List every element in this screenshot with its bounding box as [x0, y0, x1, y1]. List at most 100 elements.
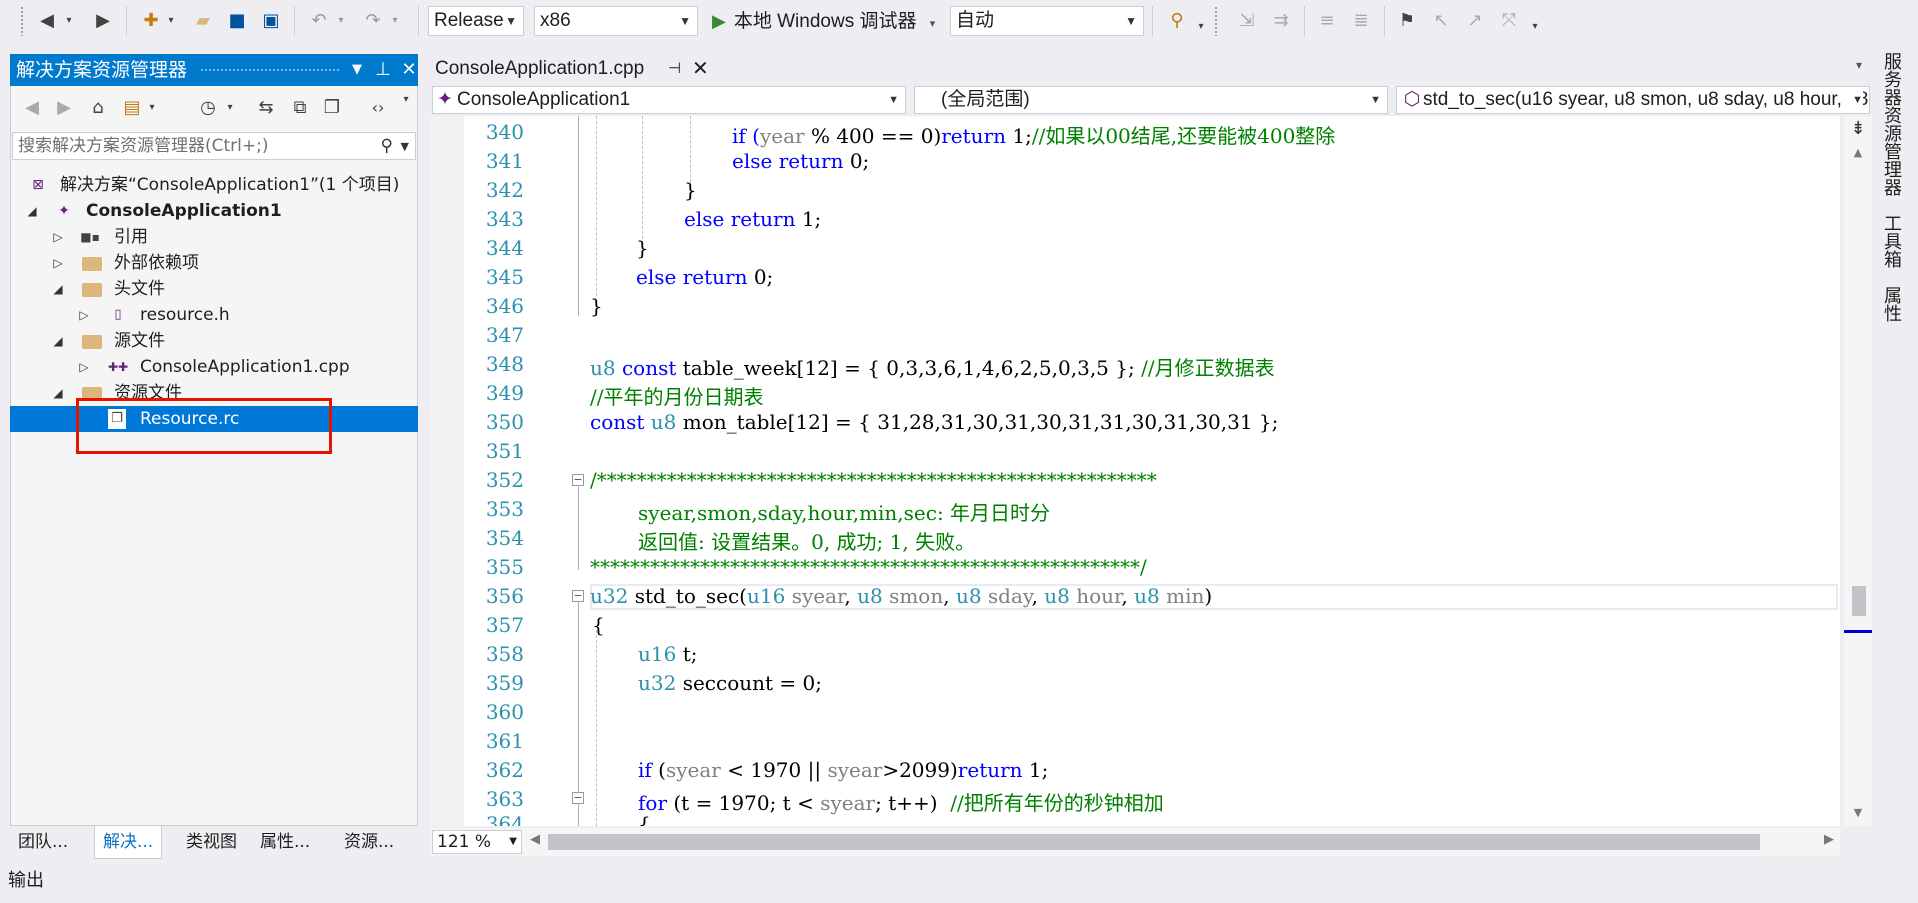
indicator-margin — [430, 116, 464, 826]
split-window-icon[interactable]: ⇟ — [1846, 118, 1870, 139]
tab-list-dropdown-icon[interactable]: ▾ — [1856, 58, 1862, 72]
chevron-down-icon[interactable]: ▾ — [930, 18, 936, 30]
global-scope-select[interactable]: (全局范围) ▼ — [914, 86, 1388, 114]
search-icon[interactable]: ⚲ — [381, 133, 393, 159]
collapse-arrow-icon[interactable]: ◢ — [50, 328, 66, 354]
collapse-arrow-icon[interactable]: ◢ — [50, 276, 66, 302]
pin-icon[interactable]: ⊥ — [370, 54, 396, 86]
back-dropdown-icon[interactable]: ▾ — [64, 10, 74, 32]
scroll-right-icon[interactable]: ▶ — [1824, 832, 1834, 847]
debugger-label: 本地 Windows 调试器 — [733, 11, 917, 32]
comment-out-icon[interactable]: ≡ — [1316, 10, 1338, 32]
toolbar-overflow-icon[interactable]: ▾ — [1530, 16, 1540, 38]
save-all-icon[interactable]: ▣ — [260, 10, 282, 32]
document-tab[interactable]: ConsoleApplication1.cpp ⊣ ✕ — [430, 54, 709, 86]
collapse-region-icon[interactable]: − — [572, 590, 584, 602]
expand-arrow-icon[interactable]: ▷ — [50, 250, 66, 276]
folder-icon — [82, 283, 102, 297]
tab-class-view[interactable]: 类视图 — [178, 826, 245, 858]
pending-changes-icon[interactable]: ◷ — [196, 96, 220, 120]
bookmark-icon[interactable]: ⚑ — [1396, 10, 1418, 32]
redo-icon[interactable]: ↷ — [362, 10, 384, 32]
toolbar-overflow-icon[interactable]: ▾ — [400, 88, 412, 112]
tree-item-references[interactable]: ▷ ■▪ 引用 — [10, 224, 418, 250]
step-into-icon[interactable]: ⇲ — [1236, 10, 1258, 32]
collapse-arrow-icon[interactable]: ◢ — [50, 380, 66, 406]
collapse-all-icon[interactable]: ⧉ — [288, 96, 312, 120]
tab-server-explorer[interactable]: 服务器资源管理器 — [1880, 52, 1904, 196]
project-scope-select[interactable]: ✦ ConsoleApplication1 ▼ — [432, 86, 906, 114]
home-icon[interactable]: ⌂ — [86, 96, 110, 120]
tab-toolbox[interactable]: 工具箱 — [1880, 214, 1904, 268]
tab-resource-view[interactable]: 资源... — [336, 826, 402, 858]
line-number: 354 — [485, 526, 524, 550]
pending-dropdown-icon[interactable]: ▾ — [224, 96, 236, 120]
tree-item-resource-h[interactable]: ▷ ▯ resource.h — [10, 302, 418, 328]
solution-mode-select[interactable]: 自动 ▼ — [950, 6, 1144, 36]
vertical-scroll-thumb[interactable] — [1852, 586, 1866, 616]
uncomment-icon[interactable]: ≣ — [1350, 10, 1372, 32]
collapse-region-icon[interactable]: − — [572, 792, 584, 804]
collapse-arrow-icon[interactable]: ◢ — [24, 198, 40, 224]
tree-item-source-files[interactable]: ◢ 源文件 — [10, 328, 418, 354]
switch-views-dropdown-icon[interactable]: ▾ — [146, 96, 158, 120]
close-icon[interactable]: ✕ — [396, 54, 422, 86]
window-position-icon[interactable]: ▼ — [344, 54, 370, 86]
toolbar-grip[interactable] — [1214, 6, 1218, 36]
configuration-select[interactable]: Release ▼ — [428, 6, 524, 36]
toolbar-grip[interactable] — [20, 6, 24, 36]
vertical-scrollbar[interactable] — [1844, 116, 1872, 826]
start-debugger-button[interactable]: ▶ 本地 Windows 调试器 ▾ — [712, 6, 935, 36]
save-icon[interactable]: ■ — [226, 10, 248, 32]
scroll-left-icon[interactable]: ◀ — [530, 832, 540, 847]
back-icon[interactable]: ◀ — [20, 96, 44, 120]
find-dropdown-icon[interactable]: ▾ — [1196, 16, 1206, 38]
back-icon[interactable]: ◀ — [36, 10, 58, 32]
redo-dropdown-icon[interactable]: ▾ — [390, 10, 400, 32]
expand-arrow-icon[interactable]: ▷ — [50, 224, 66, 250]
cpp-file-icon: ✚✚ — [108, 360, 129, 374]
next-bookmark-icon[interactable]: ↗ — [1464, 10, 1486, 32]
show-all-files-icon[interactable]: ❐ — [320, 96, 344, 120]
undo-icon[interactable]: ↶ — [308, 10, 330, 32]
undo-dropdown-icon[interactable]: ▾ — [336, 10, 346, 32]
tree-item-solution[interactable]: ⊠ 解决方案“ConsoleApplication1”(1 个项目) — [10, 172, 418, 198]
solution-explorer-title-bar[interactable]: 解决方案资源管理器 ▼ ⊥ ✕ — [10, 54, 418, 86]
tab-solution-explorer[interactable]: 解决... — [94, 826, 163, 859]
scroll-down-icon[interactable]: ▼ — [1846, 806, 1870, 819]
scroll-up-icon[interactable]: ▲ — [1846, 146, 1870, 159]
folder-icon — [82, 257, 102, 271]
clear-bookmarks-icon[interactable]: ⤧ — [1498, 10, 1520, 32]
forward-icon[interactable]: ▶ — [92, 10, 114, 32]
tree-item-project[interactable]: ◢ ✦ ConsoleApplication1 — [10, 198, 418, 224]
platform-select[interactable]: x86 ▼ — [534, 6, 698, 36]
member-select[interactable]: ⬡ std_to_sec(u16 syear, u8 smon, u8 sday,… — [1396, 86, 1870, 114]
expand-arrow-icon[interactable]: ▷ — [76, 354, 92, 380]
tab-team-explorer[interactable]: 团队... — [10, 826, 76, 858]
tab-property-manager[interactable]: 属性... — [252, 826, 318, 858]
tree-item-external-deps[interactable]: ▷ 外部依赖项 — [10, 250, 418, 276]
zoom-level-select[interactable]: 121 % ▼ — [432, 830, 522, 854]
horizontal-scroll-thumb[interactable] — [548, 834, 1760, 850]
tab-properties[interactable]: 属性 — [1880, 286, 1904, 322]
expand-arrow-icon[interactable]: ▷ — [76, 302, 92, 328]
prev-bookmark-icon[interactable]: ↖ — [1430, 10, 1452, 32]
find-in-files-icon[interactable]: ⚲ — [1166, 10, 1188, 32]
open-file-icon[interactable]: ▰ — [192, 10, 214, 32]
tree-item-header-files[interactable]: ◢ 头文件 — [10, 276, 418, 302]
tree-item-cpp-file[interactable]: ▷ ✚✚ ConsoleApplication1.cpp — [10, 354, 418, 380]
sync-icon[interactable]: ⇆ — [254, 96, 278, 120]
new-project-icon[interactable]: ✚ — [140, 10, 162, 32]
switch-views-icon[interactable]: ▤ — [120, 96, 144, 120]
line-number: 356 — [485, 584, 524, 608]
chevron-down-icon[interactable]: ▼ — [401, 134, 409, 160]
collapse-region-icon[interactable]: − — [572, 474, 584, 486]
solution-search-input[interactable]: 搜索解决方案资源管理器(Ctrl+;) ⚲ ▼ — [12, 132, 416, 160]
close-icon[interactable]: ✕ — [692, 54, 709, 84]
forward-icon[interactable]: ▶ — [52, 96, 76, 120]
output-panel-tab[interactable]: 输出 — [8, 866, 44, 892]
pin-icon[interactable]: ⊣ — [668, 54, 681, 84]
code-view-icon[interactable]: ‹› — [366, 96, 390, 120]
new-project-dropdown-icon[interactable]: ▾ — [166, 10, 176, 32]
step-over-icon[interactable]: ⇉ — [1270, 10, 1292, 32]
